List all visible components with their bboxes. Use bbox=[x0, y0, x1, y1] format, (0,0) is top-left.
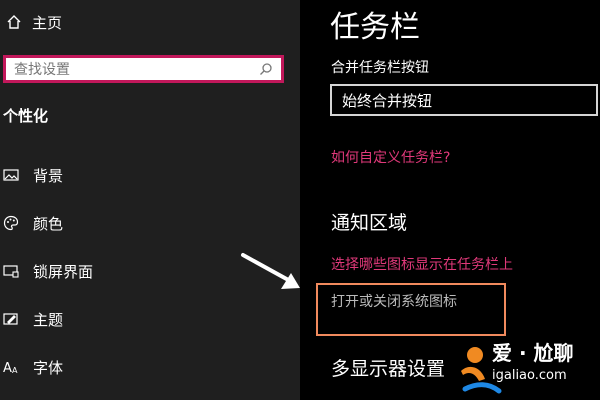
search-input[interactable]: 查找设置 bbox=[14, 59, 259, 79]
search-icon[interactable] bbox=[259, 62, 273, 76]
sidebar-item-lock-screen[interactable]: 锁屏界面 bbox=[3, 257, 93, 285]
combine-buttons-dropdown[interactable]: 始终合并按钮 bbox=[330, 84, 598, 116]
personalization-title: 个性化 bbox=[3, 107, 49, 125]
customize-taskbar-link[interactable]: 如何自定义任务栏? bbox=[331, 147, 450, 167]
page-title: 任务栏 bbox=[330, 10, 420, 45]
sidebar-item-colors[interactable]: 颜色 bbox=[3, 209, 63, 237]
image-icon bbox=[3, 169, 19, 181]
combine-buttons-value: 始终合并按钮 bbox=[342, 91, 433, 110]
font-icon: A A bbox=[3, 361, 18, 375]
theme-icon bbox=[3, 313, 18, 325]
search-box[interactable]: 查找设置 bbox=[3, 55, 284, 83]
svg-text:A: A bbox=[12, 366, 18, 375]
watermark-url: igaliao.com bbox=[492, 368, 567, 383]
palette-icon bbox=[3, 215, 19, 231]
combine-buttons-label: 合并任务栏按钮 bbox=[331, 60, 429, 76]
sidebar-item-label: 锁屏界面 bbox=[33, 262, 94, 281]
sidebar-item-label: 背景 bbox=[33, 166, 64, 185]
sidebar-item-background[interactable]: 背景 bbox=[3, 161, 63, 189]
select-taskbar-icons-link[interactable]: 选择哪些图标显示在任务栏上 bbox=[331, 254, 513, 274]
lock-screen-icon bbox=[3, 265, 19, 278]
watermark-title: 爱 · 尬聊 bbox=[492, 341, 574, 365]
sidebar-item-label: 字体 bbox=[33, 358, 64, 377]
home-icon bbox=[7, 15, 21, 29]
sidebar-item-label: 颜色 bbox=[33, 214, 64, 233]
svg-text:A: A bbox=[3, 361, 12, 375]
sidebar-item-themes[interactable]: 主题 bbox=[3, 305, 63, 333]
multi-display-heading: 多显示器设置 bbox=[331, 358, 446, 380]
home-nav-item[interactable]: 主页 bbox=[6, 10, 62, 34]
notification-area-heading: 通知区域 bbox=[331, 212, 408, 234]
settings-sidebar: 主页 查找设置 个性化 背景 颜色 锁屏界面 主题 A A 字体 bbox=[0, 0, 300, 400]
sidebar-item-label: 主题 bbox=[33, 310, 64, 329]
home-label: 主页 bbox=[32, 13, 63, 32]
sidebar-item-fonts[interactable]: A A 字体 bbox=[3, 353, 63, 381]
system-icons-link[interactable]: 打开或关闭系统图标 bbox=[331, 291, 457, 311]
